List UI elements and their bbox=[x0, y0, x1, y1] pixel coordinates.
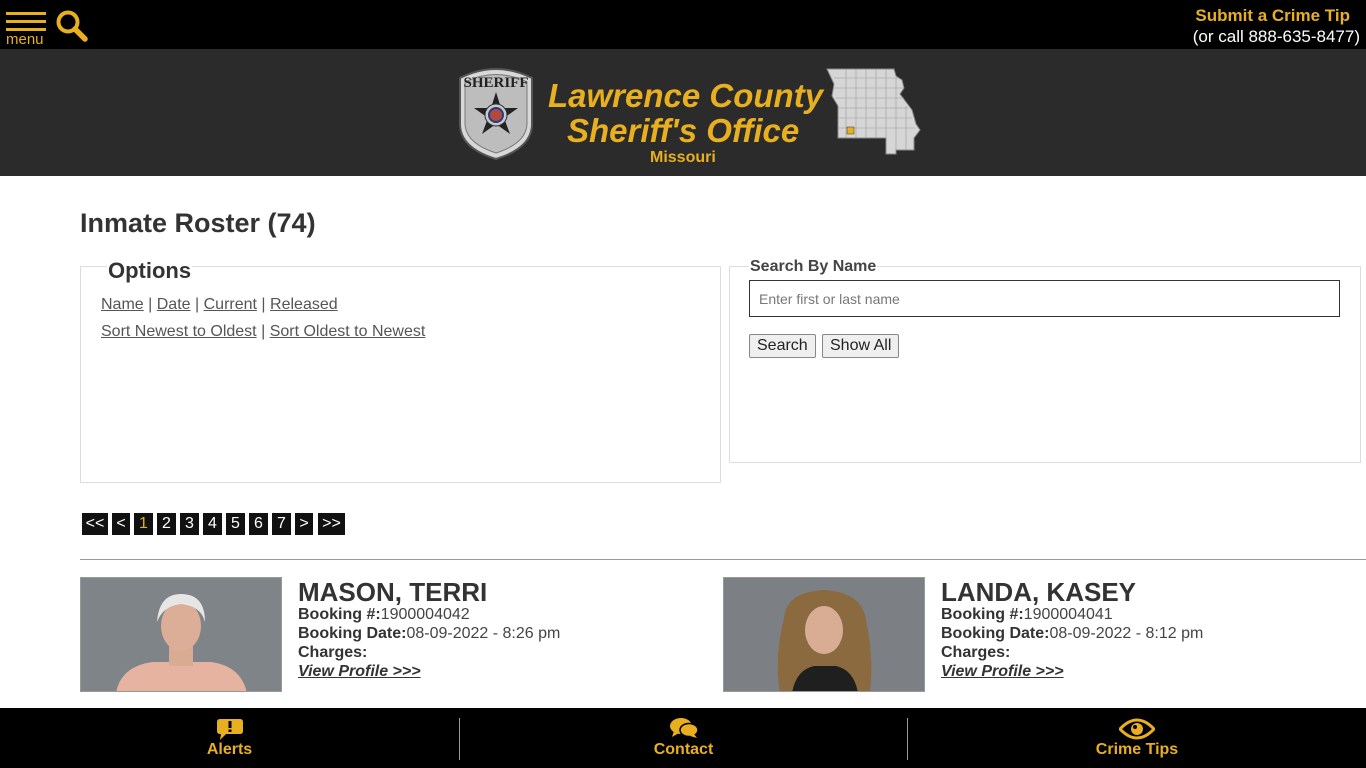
link-separator: | bbox=[261, 296, 266, 313]
booking-number-value: 1900004041 bbox=[1023, 606, 1113, 623]
sort-order-links: Sort Newest to Oldest | Sort Oldest to N… bbox=[101, 323, 425, 341]
link-separator: | bbox=[261, 323, 266, 340]
page-last-button[interactable]: >> bbox=[318, 513, 345, 535]
show-all-button[interactable]: Show All bbox=[822, 334, 900, 358]
view-profile-link[interactable]: View Profile >>> bbox=[941, 663, 1064, 681]
sort-newest-link[interactable]: Sort Newest to Oldest bbox=[101, 323, 257, 340]
search-icon[interactable] bbox=[55, 9, 89, 43]
booking-number-label: Booking #: bbox=[941, 606, 1024, 623]
crime-tip-title[interactable]: Submit a Crime Tip bbox=[1193, 6, 1350, 26]
hamburger-icon-bar bbox=[6, 20, 46, 23]
hamburger-icon bbox=[6, 12, 46, 15]
menu-label: menu bbox=[6, 31, 44, 48]
badge-text: SHERIFF bbox=[463, 75, 528, 91]
search-button[interactable]: Search bbox=[749, 334, 816, 358]
chat-bubbles-icon bbox=[669, 717, 699, 744]
page-2-button[interactable]: 2 bbox=[157, 513, 176, 535]
missouri-map-icon bbox=[824, 66, 922, 161]
booking-number-label: Booking #: bbox=[298, 606, 381, 623]
link-separator: | bbox=[148, 296, 153, 313]
booking-number: Booking #:1900004042 bbox=[298, 605, 470, 624]
inmate-mugshot[interactable] bbox=[80, 577, 282, 692]
site-banner: SHERIFF Lawrence County Sheriff's Office… bbox=[0, 49, 1366, 176]
booking-number: Booking #:1900004041 bbox=[941, 605, 1113, 624]
top-bar: menu Submit a Crime Tip (or call 888-635… bbox=[0, 0, 1366, 49]
sheriff-badge-logo[interactable]: SHERIFF bbox=[454, 62, 538, 165]
inmate-card: MASON, TERRI Booking #:1900004042 Bookin… bbox=[80, 577, 680, 692]
page-first-button[interactable]: << bbox=[82, 513, 108, 535]
page-title: Inmate Roster (74) bbox=[80, 208, 316, 238]
bottom-nav: Alerts Contact Crime Tips bbox=[0, 708, 1366, 768]
name-search-input[interactable] bbox=[749, 280, 1340, 317]
inmate-mugshot[interactable] bbox=[723, 577, 925, 692]
search-panel: Search By Name Search Show All bbox=[729, 258, 1361, 463]
filter-released-link[interactable]: Released bbox=[270, 296, 338, 313]
booking-date-label: Booking Date: bbox=[298, 625, 407, 642]
contact-nav-button[interactable]: Contact bbox=[460, 708, 907, 768]
menu-button[interactable]: menu bbox=[6, 10, 48, 48]
page-next-button[interactable]: > bbox=[295, 513, 313, 535]
page-5-button[interactable]: 5 bbox=[226, 513, 245, 535]
view-profile-link[interactable]: View Profile >>> bbox=[298, 663, 421, 681]
charges: Charges: bbox=[298, 643, 367, 662]
alerts-nav-button[interactable]: Alerts bbox=[0, 708, 459, 768]
crime-tips-label: Crime Tips bbox=[1095, 741, 1179, 758]
brand-title-line1[interactable]: Lawrence County bbox=[548, 77, 823, 115]
charges-label: Charges: bbox=[941, 644, 1011, 661]
page-4-button[interactable]: 4 bbox=[203, 513, 222, 535]
booking-date: Booking Date:08-09-2022 - 8:26 pm bbox=[298, 624, 560, 643]
search-legend: Search By Name bbox=[749, 258, 878, 276]
page-3-button[interactable]: 3 bbox=[180, 513, 199, 535]
sort-name-link[interactable]: Name bbox=[101, 296, 144, 313]
booking-date-label: Booking Date: bbox=[941, 625, 1050, 642]
options-panel: Options Name | Date | Current | Released… bbox=[80, 258, 721, 483]
page-1-button[interactable]: 1 bbox=[134, 513, 153, 535]
booking-date-value: 08-09-2022 - 8:26 pm bbox=[406, 625, 561, 642]
page-7-button[interactable]: 7 bbox=[272, 513, 291, 535]
crime-tips-nav-button[interactable]: Crime Tips bbox=[908, 708, 1366, 768]
booking-date: Booking Date:08-09-2022 - 8:12 pm bbox=[941, 624, 1203, 643]
charges: Charges: bbox=[941, 643, 1010, 662]
crime-tip-phone[interactable]: (or call 888-635-8477) bbox=[1193, 26, 1360, 48]
alerts-label: Alerts bbox=[206, 741, 253, 758]
brand-state: Missouri bbox=[650, 149, 716, 166]
charges-label: Charges: bbox=[298, 644, 368, 661]
contact-label: Contact bbox=[653, 741, 714, 758]
booking-number-value: 1900004042 bbox=[380, 606, 470, 623]
crime-tip-link[interactable]: Submit a Crime Tip (or call 888-635-8477… bbox=[1193, 6, 1360, 48]
page-6-button[interactable]: 6 bbox=[249, 513, 268, 535]
inmate-name: LANDA, KASEY bbox=[941, 577, 1137, 607]
options-legend: Options bbox=[107, 258, 193, 284]
filter-current-link[interactable]: Current bbox=[204, 296, 257, 313]
page-prev-button[interactable]: < bbox=[112, 513, 130, 535]
sort-oldest-link[interactable]: Sort Oldest to Newest bbox=[270, 323, 426, 340]
booking-date-value: 08-09-2022 - 8:12 pm bbox=[1049, 625, 1204, 642]
inmate-name: MASON, TERRI bbox=[298, 577, 488, 607]
inmate-card: LANDA, KASEY Booking #:1900004041 Bookin… bbox=[723, 577, 1323, 692]
link-separator: | bbox=[195, 296, 200, 313]
sort-by-links: Name | Date | Current | Released bbox=[101, 296, 338, 314]
divider bbox=[80, 559, 1366, 560]
brand-title-line2[interactable]: Sheriff's Office bbox=[567, 112, 799, 150]
sort-date-link[interactable]: Date bbox=[157, 296, 191, 313]
